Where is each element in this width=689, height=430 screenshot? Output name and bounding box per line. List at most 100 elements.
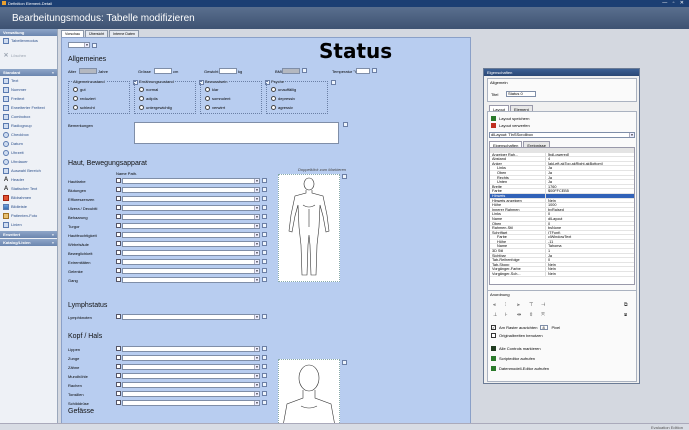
minimize-icon[interactable]: — <box>662 0 669 6</box>
align-center-icon[interactable]: ⫶ <box>505 302 513 308</box>
memo-icon[interactable] <box>92 43 97 48</box>
toolbox-item-combobox[interactable]: Combobox <box>0 112 57 121</box>
property-grid[interactable]: Anzeiger Rah... [bdLowered] Abstand 4 Anker[… <box>489 147 635 285</box>
section-verwaltung[interactable]: Verwaltung <box>0 29 57 36</box>
memo-icon[interactable] <box>262 400 267 405</box>
radio-option[interactable]: somnolent <box>205 96 230 101</box>
am-raster-checkbox[interactable]: ✓ Am Raster ausrichten 8 Pixel <box>491 325 560 330</box>
property-value[interactable]: $00FFCEB5 <box>546 189 634 193</box>
close-icon[interactable]: ✕ <box>680 0 686 6</box>
field-combo[interactable]: ▼ <box>122 355 260 361</box>
align-middle-icon[interactable]: ⊣ <box>541 302 549 308</box>
property-value[interactable]: 0 <box>546 222 634 225</box>
radio-option[interactable]: untergewichtig <box>139 105 172 110</box>
field-checkbox[interactable] <box>116 259 121 264</box>
head-diagram[interactable] <box>278 359 340 429</box>
distribute-icon[interactable]: ⤧ <box>541 312 549 318</box>
field-combo[interactable]: ▼ <box>122 268 260 274</box>
memo-icon[interactable] <box>262 187 267 192</box>
toolbox-item-radiogroup[interactable]: Radiogroup <box>0 121 57 130</box>
field-checkbox[interactable] <box>116 214 121 219</box>
memo-icon[interactable] <box>262 346 267 351</box>
memo-icon[interactable] <box>342 360 347 365</box>
memo-icon[interactable] <box>262 196 267 201</box>
property-value[interactable]: Nein <box>546 267 634 271</box>
radio-option[interactable]: klar <box>205 87 218 92</box>
memo-icon[interactable] <box>372 68 377 73</box>
toolbox-item-checkbox[interactable]: Checkbox <box>0 130 57 139</box>
toolbox-item-loeschen[interactable]: ✕ Löschen <box>0 51 57 60</box>
field-combo[interactable]: ▼ <box>122 187 260 193</box>
field-combo[interactable]: ▼ <box>122 205 260 211</box>
toolbox-item-bildrahmen[interactable]: Bildrahmen <box>0 193 57 202</box>
property-value[interactable]: 1760 <box>546 185 634 188</box>
field-combo[interactable]: ▼ <box>122 214 260 220</box>
radio-option[interactable]: unauffällig <box>271 87 296 92</box>
toolbox-item-bildleiste[interactable]: Bildleiste <box>0 202 57 211</box>
property-value[interactable]: Nein <box>546 263 634 266</box>
toolbox-item-uhrdauer[interactable]: Uhrdauer <box>0 157 57 166</box>
memo-icon[interactable] <box>331 80 336 85</box>
alle-controls-button[interactable]: Alle Controls markieren <box>491 346 541 351</box>
field-checkbox[interactable] <box>116 196 121 201</box>
property-value[interactable]: Tahoma <box>546 244 634 248</box>
body-diagram-front[interactable] <box>278 174 340 282</box>
alter-input[interactable] <box>79 68 97 74</box>
field-combo[interactable]: ▼ <box>122 223 260 229</box>
radio-option[interactable]: verwirrt <box>205 105 225 110</box>
temperatur-input[interactable] <box>356 68 370 74</box>
field-checkbox[interactable] <box>116 391 121 396</box>
field-combo[interactable]: ▼ <box>122 178 260 184</box>
property-value[interactable]: Ja <box>546 166 634 170</box>
chevron-down-icon[interactable]: » <box>52 232 54 237</box>
same-height-icon[interactable]: ⊦ <box>505 312 513 318</box>
field-checkbox[interactable] <box>116 346 121 351</box>
field-combo[interactable]: ▼ <box>122 314 260 320</box>
toolbox-item-nummer[interactable]: Nummer <box>0 85 57 94</box>
memo-icon[interactable] <box>262 268 267 273</box>
originalbreiten-checkbox[interactable]: Originalbreiten benutzen <box>491 333 543 338</box>
chevron-down-icon[interactable]: » <box>52 240 54 245</box>
bmi-input[interactable] <box>282 68 300 74</box>
field-checkbox[interactable] <box>116 223 121 228</box>
property-value[interactable]: (TFont) <box>546 231 634 234</box>
property-value[interactable]: 1 <box>546 249 634 252</box>
toolbox-item-statischer-text[interactable]: A Statischer Text <box>0 184 57 193</box>
radio-option[interactable]: schlecht <box>73 105 95 110</box>
memo-icon[interactable] <box>262 364 267 369</box>
field-checkbox[interactable] <box>116 277 121 282</box>
toolbox-item-erweiterter-freitext[interactable]: Erweiterter Freitext <box>0 103 57 112</box>
field-combo[interactable]: ▼ <box>122 391 260 397</box>
align-left-icon[interactable]: ⫷ <box>493 302 501 308</box>
layout-verwerfen-button[interactable]: Layout verwerfen <box>491 123 530 128</box>
align-right-icon[interactable]: ⫸ <box>517 302 525 308</box>
field-combo[interactable]: ▼ <box>122 232 260 238</box>
field-checkbox[interactable] <box>116 268 121 273</box>
layout-selector-combo[interactable]: ▼ <box>68 42 90 48</box>
toolbox-item-auswahl-bereich[interactable]: Auswahl Bereich <box>0 166 57 175</box>
property-value[interactable]: Ja <box>546 176 634 179</box>
field-checkbox[interactable] <box>116 187 121 192</box>
property-value[interactable]: [akLeft,akTop,akRight,akBottom] <box>546 162 634 165</box>
field-combo[interactable]: ▼ <box>122 346 260 352</box>
field-checkbox[interactable] <box>116 205 121 210</box>
tab-interne-daten[interactable]: Interne Daten <box>109 30 139 37</box>
property-value[interactable]: Ja <box>546 180 634 183</box>
property-value[interactable]: Nein <box>546 272 634 275</box>
field-checkbox[interactable] <box>116 232 121 237</box>
chevron-up-icon[interactable]: « <box>52 70 54 75</box>
section-erweitert[interactable]: Erweitert » <box>0 231 57 238</box>
memo-icon[interactable] <box>262 232 267 237</box>
field-checkbox[interactable] <box>116 364 121 369</box>
raster-input[interactable]: 8 <box>540 325 549 330</box>
property-value[interactable]: 0 <box>546 212 634 216</box>
layout-component-combo[interactable]: dlLayout: TlnSScrollbox ▼ <box>489 132 635 138</box>
field-combo[interactable]: ▼ <box>122 259 260 265</box>
radio-option[interactable]: normal <box>139 87 158 92</box>
property-value[interactable]: bsNone <box>546 226 634 229</box>
memo-icon[interactable] <box>342 174 347 179</box>
field-checkbox[interactable] <box>116 400 121 405</box>
toolbox-item-text[interactable]: Text <box>0 76 57 85</box>
scripteditor-button[interactable]: Scripteditor aufrufen <box>491 356 535 361</box>
bemerkungen-memo[interactable] <box>134 122 339 144</box>
